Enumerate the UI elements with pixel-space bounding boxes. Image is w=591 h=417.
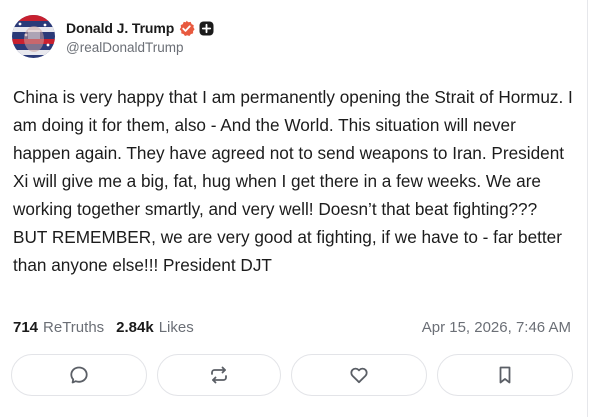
likes-count: 2.84k — [116, 318, 154, 336]
like-button[interactable] — [291, 354, 427, 396]
post-stats: 714 ReTruths 2.84k Likes Apr 15, 2026, 7:4… — [13, 316, 571, 338]
name-row: Donald J. Trump — [66, 17, 214, 39]
bookmark-icon — [494, 364, 516, 386]
author-info: Donald J. Trump @realDonaldTrump — [66, 17, 214, 55]
verified-badge-icon — [178, 20, 195, 37]
retruths-label: ReTruths — [43, 318, 105, 336]
reply-button[interactable] — [11, 354, 147, 396]
avatar[interactable] — [12, 14, 55, 58]
retruths-count: 714 — [13, 318, 39, 336]
post-header: Donald J. Trump @realDonaldTrump — [12, 14, 214, 58]
post-text: China is very happy that I am permanentl… — [13, 87, 573, 275]
likes-label: Likes — [158, 318, 194, 336]
reply-icon — [68, 364, 90, 386]
post-timestamp[interactable]: Apr 15, 2026, 7:46 AM — [422, 319, 571, 336]
retruth-icon — [208, 364, 230, 386]
likes-stat[interactable]: 2.84k Likes — [116, 319, 194, 336]
like-icon — [348, 364, 370, 386]
author-handle[interactable]: @realDonaldTrump — [66, 40, 214, 55]
retruth-button[interactable] — [157, 354, 281, 396]
post-card: Donald J. Trump @realDonaldTrump China i… — [0, 0, 588, 417]
action-bar — [11, 354, 573, 396]
plus-badge-icon — [199, 21, 214, 36]
bookmark-button[interactable] — [437, 354, 573, 396]
author-display-name[interactable]: Donald J. Trump — [66, 20, 174, 36]
retruths-stat[interactable]: 714 ReTruths — [13, 319, 104, 336]
